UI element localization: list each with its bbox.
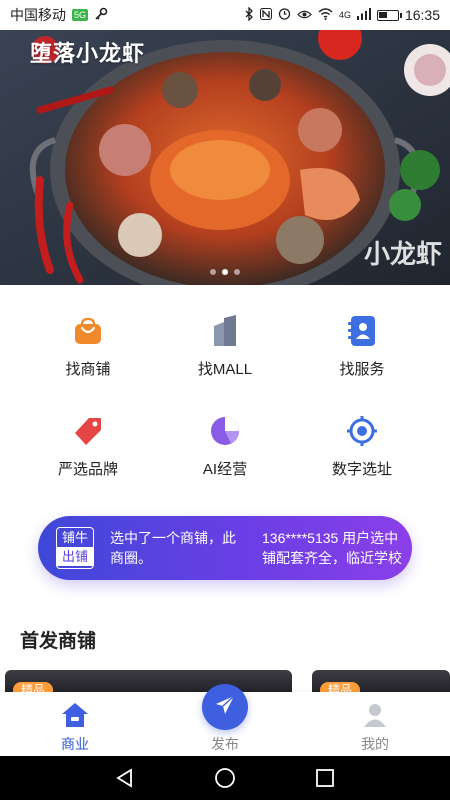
- menu-find-shop[interactable]: 找商铺: [13, 300, 163, 390]
- menu-label: 找商铺: [65, 361, 111, 378]
- menu-label: 数字选址: [331, 461, 392, 478]
- contact-book-icon: [345, 314, 379, 348]
- publish-button[interactable]: [202, 684, 248, 730]
- carousel-dots: [0, 269, 450, 275]
- signal-icon: [356, 7, 371, 23]
- locate-target-icon: [345, 414, 379, 448]
- status-bar: 中国移动 5G 4G 16:35: [0, 0, 450, 30]
- home-icon: [60, 700, 90, 730]
- menu-label: 找服务: [339, 361, 385, 378]
- alarm-icon: [278, 7, 291, 23]
- status-left: 中国移动 5G: [10, 5, 108, 25]
- carousel-dot[interactable]: [210, 269, 216, 275]
- menu-label: AI经营: [202, 461, 248, 478]
- nfc-icon: [259, 7, 272, 23]
- tab-label: 我的: [361, 736, 389, 752]
- notice-message-1-line2: 商圈。: [110, 550, 152, 566]
- send-icon: [214, 694, 236, 721]
- key-icon: [94, 7, 108, 24]
- battery-level: [378, 11, 387, 18]
- bluetooth-icon: [244, 5, 254, 24]
- menu-ai-operation[interactable]: AI经营: [150, 400, 300, 490]
- menu-find-mall[interactable]: 找MALL: [150, 300, 300, 390]
- carousel-dot-active[interactable]: [222, 269, 228, 275]
- menu-label: 严选品牌: [57, 461, 118, 478]
- notice-message-2-line1: 136****5135 用户选中: [262, 530, 399, 546]
- shopping-bag-icon: [71, 314, 105, 348]
- price-tag-icon: [71, 414, 105, 448]
- notice-ticker[interactable]: 铺牛 出铺 选中了一个商铺，此 商圈。 136****5135 用户选中 铺配套…: [38, 516, 412, 580]
- shop-card[interactable]: 精品: [5, 670, 292, 694]
- system-navigation-bar: [0, 756, 450, 800]
- function-grid: 找商铺 找MALL 找服务 严选品牌 AI经营 数字选址: [0, 300, 450, 490]
- menu-select-brand[interactable]: 严选品牌: [13, 400, 163, 490]
- hero-watermark: 小龙虾: [363, 240, 442, 270]
- shop-card[interactable]: 精品: [312, 670, 450, 694]
- menu-label: 找MALL: [197, 361, 253, 378]
- carousel-dot[interactable]: [234, 269, 240, 275]
- recents-icon[interactable]: [313, 766, 337, 790]
- menu-digital-site[interactable]: 数字选址: [287, 400, 437, 490]
- tab-business[interactable]: 商业: [0, 692, 150, 756]
- carrier-name: 中国移动: [10, 7, 66, 23]
- tab-mine[interactable]: 我的: [300, 692, 450, 756]
- hero-banner[interactable]: 堕落小龙虾 小龙虾: [0, 30, 450, 285]
- status-right: 4G 16:35: [244, 5, 440, 24]
- notice-badge-bottom: 出铺: [57, 547, 93, 566]
- building-icon: [208, 314, 242, 348]
- tab-label: 商业: [61, 736, 89, 752]
- user-icon: [360, 700, 390, 730]
- tab-label: 发布: [211, 736, 239, 752]
- home-circle-icon[interactable]: [213, 766, 237, 790]
- notice-message-2: 136****5135 用户选中 铺配套齐全，临近学校: [262, 528, 406, 568]
- hero-brand-logo: 堕落小龙虾: [30, 42, 146, 67]
- wifi-icon: [318, 7, 333, 23]
- notice-message-1-line1: 选中了一个商铺，此: [110, 530, 236, 546]
- eye-icon: [297, 7, 312, 23]
- notice-badge-top: 铺牛: [61, 530, 88, 545]
- clock: 16:35: [404, 7, 440, 23]
- sim-badge-icon: 5G: [72, 9, 89, 21]
- notice-message-1: 选中了一个商铺，此 商圈。: [110, 528, 250, 568]
- menu-find-service[interactable]: 找服务: [287, 300, 437, 390]
- battery-icon: [376, 9, 402, 21]
- section-title: 首发商铺: [20, 631, 97, 652]
- back-icon[interactable]: [113, 766, 137, 790]
- network-type: 4G: [338, 10, 351, 20]
- notice-message-2-line2: 铺配套齐全，临近学校: [262, 550, 402, 566]
- notice-badge: 铺牛 出铺: [56, 527, 94, 569]
- pie-chart-icon: [208, 414, 242, 448]
